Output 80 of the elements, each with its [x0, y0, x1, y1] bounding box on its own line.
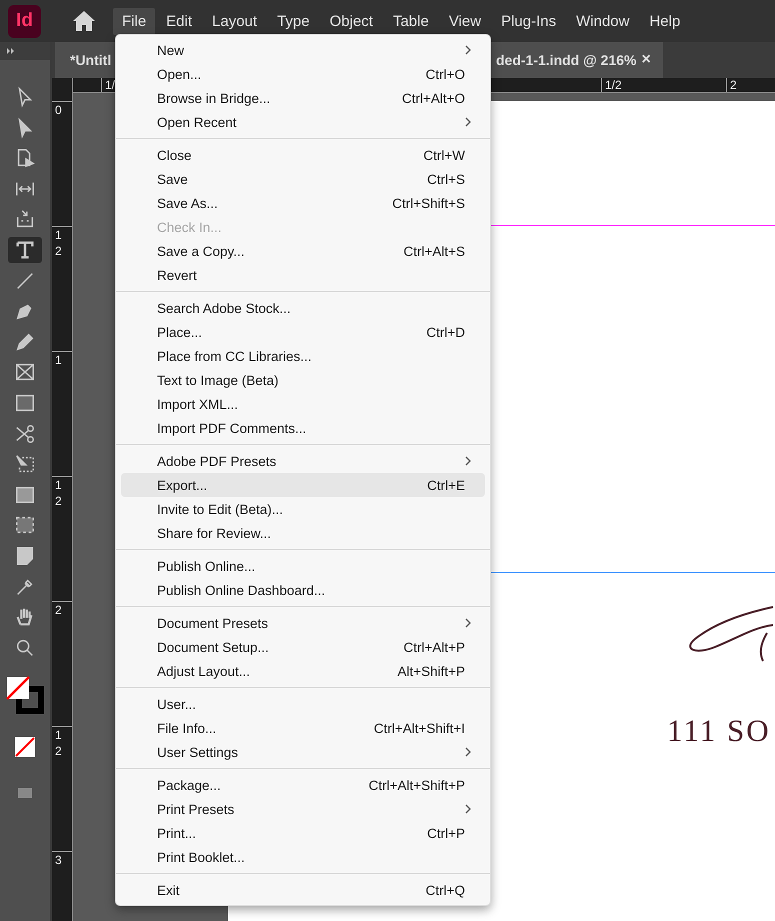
shortcut-text: Ctrl+S — [427, 172, 465, 186]
ruler-label: 1 — [55, 727, 63, 743]
menu-option[interactable]: Document Setup... Ctrl+Alt+P — [121, 635, 485, 659]
menu-option[interactable]: Print Presets — [121, 797, 485, 821]
shortcut-text: Ctrl+Shift+S — [392, 196, 465, 210]
menu-option[interactable]: Browse in Bridge... Ctrl+Alt+O — [121, 86, 485, 110]
menu-option[interactable]: Package... Ctrl+Alt+Shift+P — [121, 773, 485, 797]
home-icon[interactable] — [72, 10, 96, 32]
menu-option[interactable]: Print... Ctrl+P — [121, 821, 485, 845]
menu-option[interactable]: Export... Ctrl+E — [121, 473, 485, 497]
menu-option[interactable]: Revert — [121, 263, 485, 287]
shortcut-text: Ctrl+O — [426, 66, 465, 82]
ruler-label: 1/2 — [605, 78, 622, 92]
menu-item[interactable]: Help — [640, 8, 690, 34]
menu-option[interactable]: New — [121, 38, 485, 62]
menu-item[interactable]: File — [113, 8, 156, 34]
shortcut-text: Ctrl+Alt+Shift+I — [374, 720, 465, 736]
menu-option[interactable]: Document Presets — [121, 611, 485, 635]
menu-option[interactable]: File Info... Ctrl+Alt+Shift+I — [121, 716, 485, 740]
menu-option[interactable]: Share for Review... — [121, 521, 485, 545]
menu-option[interactable]: Open Recent — [121, 110, 485, 134]
shortcut-text: Ctrl+Alt+Shift+P — [368, 778, 465, 792]
shortcut-text: Alt+Shift+P — [397, 664, 465, 678]
ruler-label: 1 — [55, 352, 63, 368]
ruler-label: 3 — [55, 852, 63, 868]
ruler-label: 1/ — [105, 78, 116, 92]
menu-item[interactable]: Layout — [203, 8, 266, 34]
address-text: 111 SO — [667, 713, 772, 749]
menu-option[interactable]: Text to Image (Beta) — [121, 368, 485, 392]
menu-item[interactable]: Type — [268, 8, 319, 34]
shortcut-text: Ctrl+E — [427, 478, 465, 492]
menu-option[interactable]: Exit Ctrl+Q — [121, 878, 485, 902]
ruler-label: 2 — [730, 78, 737, 92]
shortcut-text: Ctrl+Q — [426, 882, 465, 898]
menu-option[interactable]: Save As... Ctrl+Shift+S — [121, 191, 485, 215]
menu-option[interactable]: Open... Ctrl+O — [121, 62, 485, 86]
shortcut-text: Ctrl+D — [426, 324, 465, 340]
app-logo[interactable]: Id — [8, 4, 41, 38]
menu-item[interactable]: Window — [567, 8, 638, 34]
apply-none-icon[interactable] — [13, 735, 37, 760]
ruler-origin[interactable] — [52, 78, 73, 93]
shortcut-text: Ctrl+W — [423, 148, 465, 162]
menu-item[interactable]: View — [440, 8, 490, 34]
menu-item[interactable]: Object — [320, 8, 382, 34]
menu-option[interactable]: Save a Copy... Ctrl+Alt+S — [121, 239, 485, 263]
ruler-label: 2 — [55, 743, 63, 759]
tab-title: *Untitl — [70, 52, 112, 68]
menu-option[interactable]: Publish Online Dashboard... — [121, 578, 485, 602]
menu-option[interactable]: User Settings — [121, 740, 485, 764]
menu-option[interactable]: Invite to Edit (Beta)... — [121, 497, 485, 521]
menu-option[interactable]: Adobe PDF Presets — [121, 449, 485, 473]
menu-item[interactable]: Table — [384, 8, 438, 34]
menu-option[interactable]: Print Booklet... — [121, 845, 485, 869]
menu-option[interactable]: User... — [121, 692, 485, 716]
menu-option[interactable]: Publish Online... — [121, 554, 485, 578]
collapse-icon[interactable] — [0, 42, 50, 60]
menu-option[interactable]: Import PDF Comments... — [121, 416, 485, 440]
close-button[interactable]: × — [641, 51, 651, 69]
shortcut-text: Ctrl+Alt+O — [402, 90, 465, 106]
ruler-label: 2 — [55, 602, 63, 618]
shortcut-text: Ctrl+P — [427, 826, 465, 840]
shortcut-text: Ctrl+Alt+S — [403, 244, 465, 258]
menu-option[interactable]: Place... Ctrl+D — [121, 320, 485, 344]
ruler-label: 2 — [55, 493, 63, 509]
menu-option[interactable]: Save Ctrl+S — [121, 167, 485, 191]
ruler-label: 0 — [55, 102, 63, 118]
menu-item[interactable]: Edit — [157, 8, 202, 34]
tab-title: ded-1-1.indd @ 216% — [496, 52, 636, 68]
ruler-label: 1 — [55, 227, 63, 243]
shortcut-text: Ctrl+Alt+P — [403, 640, 465, 654]
type-tool-icon[interactable] — [8, 236, 42, 263]
menu-option[interactable]: Place from CC Libraries... — [121, 344, 485, 368]
menu-option[interactable]: Search Adobe Stock... — [121, 296, 485, 320]
fill-stroke-swatch-icon[interactable] — [5, 675, 45, 716]
menu-option[interactable]: Close Ctrl+W — [121, 143, 485, 167]
menu-option[interactable]: Adjust Layout... Alt+Shift+P — [121, 659, 485, 683]
menu-option[interactable]: Import XML... — [121, 392, 485, 416]
ruler-label: 1 — [55, 477, 63, 493]
menu-item[interactable]: Plug-Ins — [492, 8, 566, 34]
ruler-label: 2 — [55, 243, 63, 259]
